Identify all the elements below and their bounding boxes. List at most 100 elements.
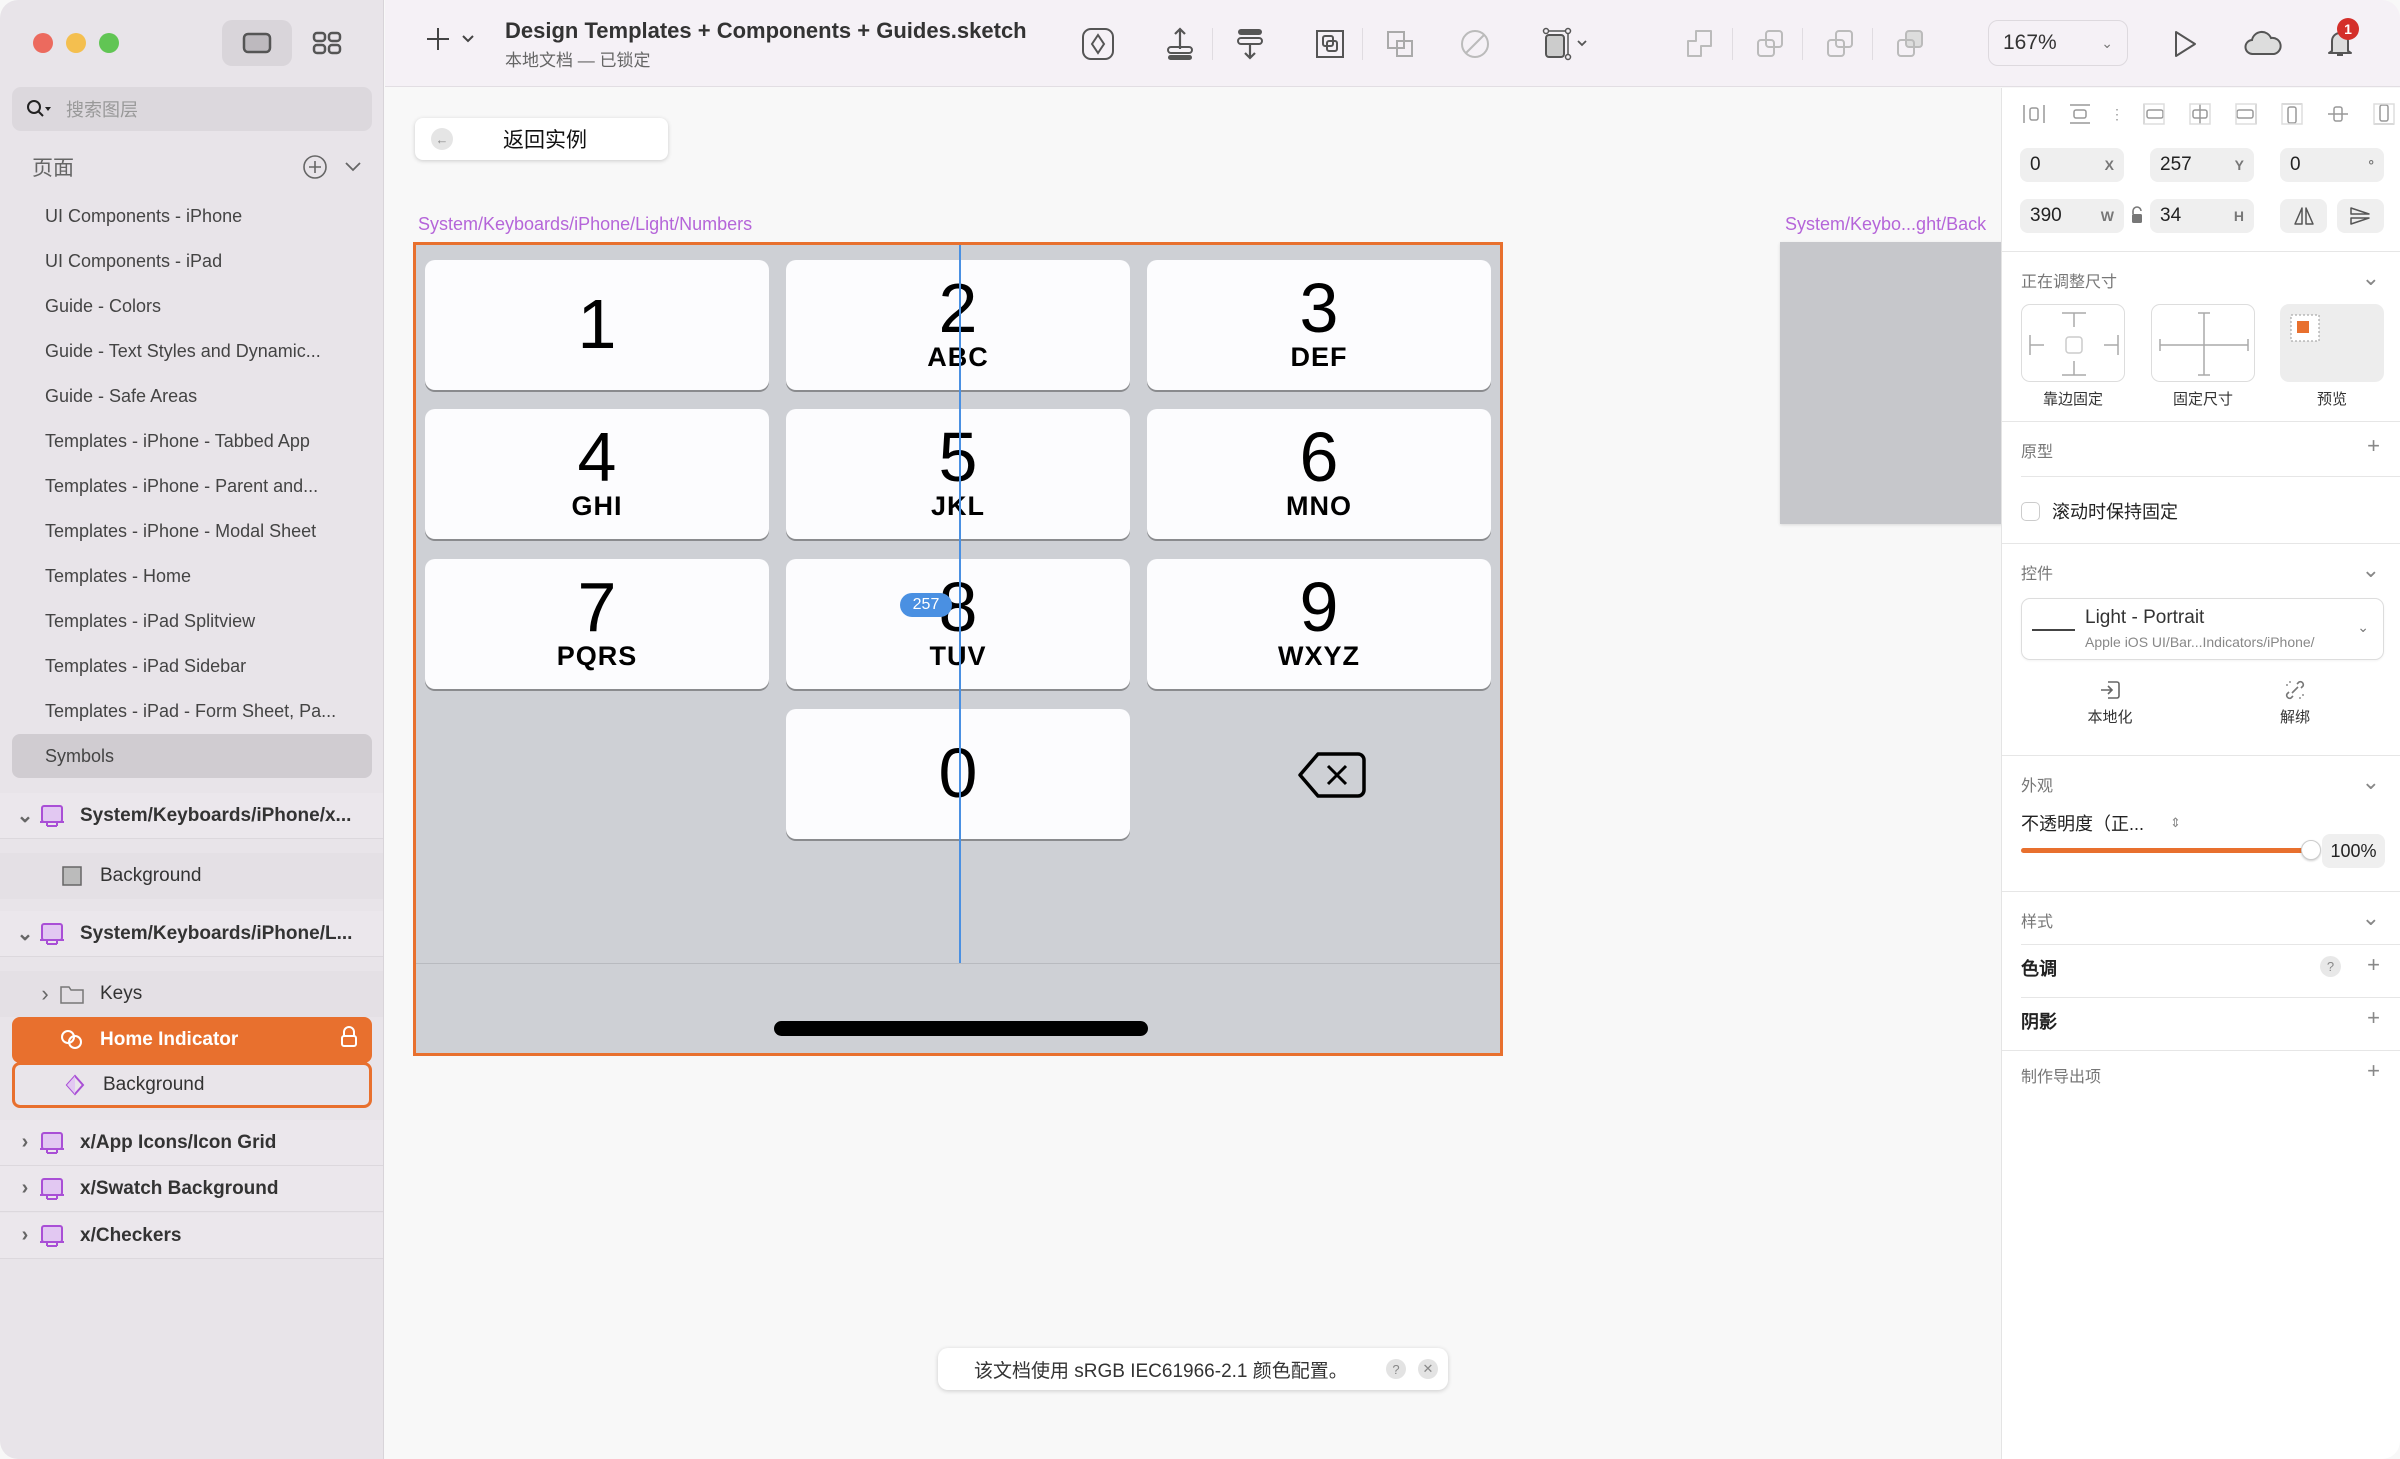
ungroup-button[interactable]: [1380, 24, 1420, 64]
page-item[interactable]: UI Components - iPad: [12, 239, 372, 283]
add-tint-icon[interactable]: +: [2367, 954, 2380, 976]
move-backward-button[interactable]: [1230, 24, 1270, 64]
artboard-label-2[interactable]: System/Keybo...ght/Back: [1785, 214, 1986, 235]
add-page-icon[interactable]: [302, 154, 328, 180]
difference-button[interactable]: [1890, 24, 1930, 64]
x-position-field[interactable]: 0X: [2020, 148, 2124, 182]
subtract-button[interactable]: [1750, 24, 1790, 64]
help-icon[interactable]: ?: [1386, 1359, 1406, 1379]
chevron-down-icon[interactable]: ⌄: [2362, 559, 2380, 581]
flip-vertical-button[interactable]: [2337, 199, 2384, 233]
keypad-key[interactable]: 4 GHI: [425, 409, 769, 539]
chevron-right-icon[interactable]: ›: [12, 1177, 38, 1200]
opacity-value-field[interactable]: 100%: [2322, 834, 2385, 868]
fixed-size-option[interactable]: [2151, 304, 2255, 382]
keypad-key[interactable]: 1: [425, 260, 769, 390]
keypad-key[interactable]: 0: [786, 709, 1130, 839]
preview-button[interactable]: [2165, 24, 2205, 64]
opacity-slider-thumb[interactable]: [2301, 840, 2321, 860]
page-item[interactable]: Guide - Text Styles and Dynamic...: [12, 329, 372, 373]
distribute-horizontal-icon[interactable]: [2022, 102, 2046, 126]
canvas[interactable]: ← 返回实例 System/Keyboards/iPhone/Light/Num…: [385, 88, 2001, 1459]
minimize-window-button[interactable]: [66, 33, 86, 53]
union-button[interactable]: [1680, 24, 1720, 64]
artboard-label[interactable]: System/Keyboards/iPhone/Light/Numbers: [418, 214, 752, 235]
add-export-icon[interactable]: +: [2367, 1060, 2380, 1082]
page-item[interactable]: Templates - Home: [12, 554, 372, 598]
background-artboard[interactable]: [1780, 242, 2001, 524]
chevron-down-icon[interactable]: ⌄: [2362, 907, 2380, 929]
chevron-down-icon[interactable]: ⌄: [2362, 771, 2380, 793]
group-button[interactable]: [1310, 24, 1350, 64]
page-item[interactable]: Templates - iPhone - Parent and...: [12, 464, 372, 508]
back-to-instance-button[interactable]: ← 返回实例: [415, 118, 668, 160]
distribute-vertical-icon[interactable]: [2068, 102, 2092, 126]
align-right-icon[interactable]: [2234, 102, 2258, 126]
chevron-down-icon[interactable]: ⌄: [12, 803, 38, 828]
edit-button[interactable]: [1455, 24, 1495, 64]
align-vertical-center-icon[interactable]: [2326, 102, 2350, 126]
keyboard-symbol-frame[interactable]: 1 2 ABC 3 DEF 4 GHI 5 JKL 6 MNO 7 PQRS 8 TUV 9 WXYZ 0 257: [413, 242, 1503, 1056]
home-indicator[interactable]: [774, 1021, 1148, 1036]
keypad-key[interactable]: 7 PQRS: [425, 559, 769, 689]
lock-icon[interactable]: [340, 1026, 358, 1054]
lock-ratio-icon[interactable]: [2130, 206, 2144, 229]
layer-row[interactable]: › Keys: [0, 971, 383, 1017]
align-horizontal-center-icon[interactable]: [2188, 102, 2212, 126]
delete-key[interactable]: [1296, 748, 1368, 802]
layer-row[interactable]: › x/Swatch Background: [0, 1166, 383, 1212]
more-options-icon[interactable]: ⋮: [2110, 102, 2124, 126]
add-prototype-icon[interactable]: +: [2367, 435, 2380, 457]
insert-button[interactable]: [425, 26, 475, 52]
zoom-level-select[interactable]: 167% ⌄: [1988, 20, 2128, 66]
resize-button[interactable]: [1535, 24, 1599, 64]
width-field[interactable]: 390 W: [2020, 199, 2124, 233]
close-window-button[interactable]: [33, 33, 53, 53]
help-icon[interactable]: ?: [2320, 956, 2341, 977]
align-top-icon[interactable]: [2280, 102, 2304, 126]
chevron-right-icon[interactable]: ›: [12, 1131, 38, 1154]
components-view-button[interactable]: [292, 20, 362, 66]
align-left-icon[interactable]: [2142, 102, 2166, 126]
page-item[interactable]: UI Components - iPhone: [12, 194, 372, 238]
page-item[interactable]: Symbols: [12, 734, 372, 778]
move-forward-button[interactable]: [1160, 24, 1200, 64]
layer-search-input[interactable]: 搜索图层: [12, 87, 372, 131]
zoom-window-button[interactable]: [99, 33, 119, 53]
opacity-slider[interactable]: [2021, 848, 2311, 853]
page-item[interactable]: Templates - iPad Sidebar: [12, 644, 372, 688]
collapse-pages-icon[interactable]: [344, 161, 362, 173]
page-item[interactable]: Guide - Safe Areas: [12, 374, 372, 418]
layer-row[interactable]: ⌄ System/Keyboards/iPhone/L...: [0, 911, 383, 957]
page-item[interactable]: Templates - iPad - Form Sheet, Pa...: [12, 689, 372, 733]
canvas-view-button[interactable]: [222, 20, 292, 66]
detach-button[interactable]: 解绑: [2255, 678, 2335, 727]
keypad-key[interactable]: 6 MNO: [1147, 409, 1491, 539]
layer-row[interactable]: › x/App Icons/Icon Grid: [0, 1120, 383, 1166]
layer-row[interactable]: › x/Checkers: [0, 1213, 383, 1259]
cloud-button[interactable]: [2243, 24, 2283, 64]
page-item[interactable]: Templates - iPhone - Tabbed App: [12, 419, 372, 463]
page-item[interactable]: Guide - Colors: [12, 284, 372, 328]
chevron-down-icon[interactable]: ⌄: [2362, 267, 2380, 289]
page-item[interactable]: Templates - iPad Splitview: [12, 599, 372, 643]
layer-row[interactable]: Home Indicator: [12, 1017, 372, 1063]
checkbox-box[interactable]: [2021, 501, 2040, 521]
keypad-key[interactable]: 9 WXYZ: [1147, 559, 1491, 689]
layer-row[interactable]: Background: [0, 853, 383, 899]
chevron-right-icon[interactable]: ›: [12, 1224, 38, 1247]
align-bottom-icon[interactable]: [2372, 102, 2396, 126]
localize-button[interactable]: 本地化: [2070, 678, 2150, 727]
create-symbol-button[interactable]: [1078, 24, 1118, 64]
chevron-right-icon[interactable]: ›: [32, 981, 58, 1007]
y-position-field[interactable]: 257 Y: [2150, 148, 2254, 182]
layer-row[interactable]: Background: [12, 1062, 372, 1108]
pin-to-edge-option[interactable]: [2021, 304, 2125, 382]
close-icon[interactable]: ✕: [1418, 1359, 1438, 1379]
keypad-key[interactable]: 3 DEF: [1147, 260, 1491, 390]
intersect-button[interactable]: [1820, 24, 1860, 64]
rotation-field[interactable]: 0 °: [2280, 148, 2384, 182]
flip-horizontal-button[interactable]: [2280, 199, 2327, 233]
keypad-key[interactable]: 5 JKL: [786, 409, 1130, 539]
height-field[interactable]: 34 H: [2150, 199, 2254, 233]
